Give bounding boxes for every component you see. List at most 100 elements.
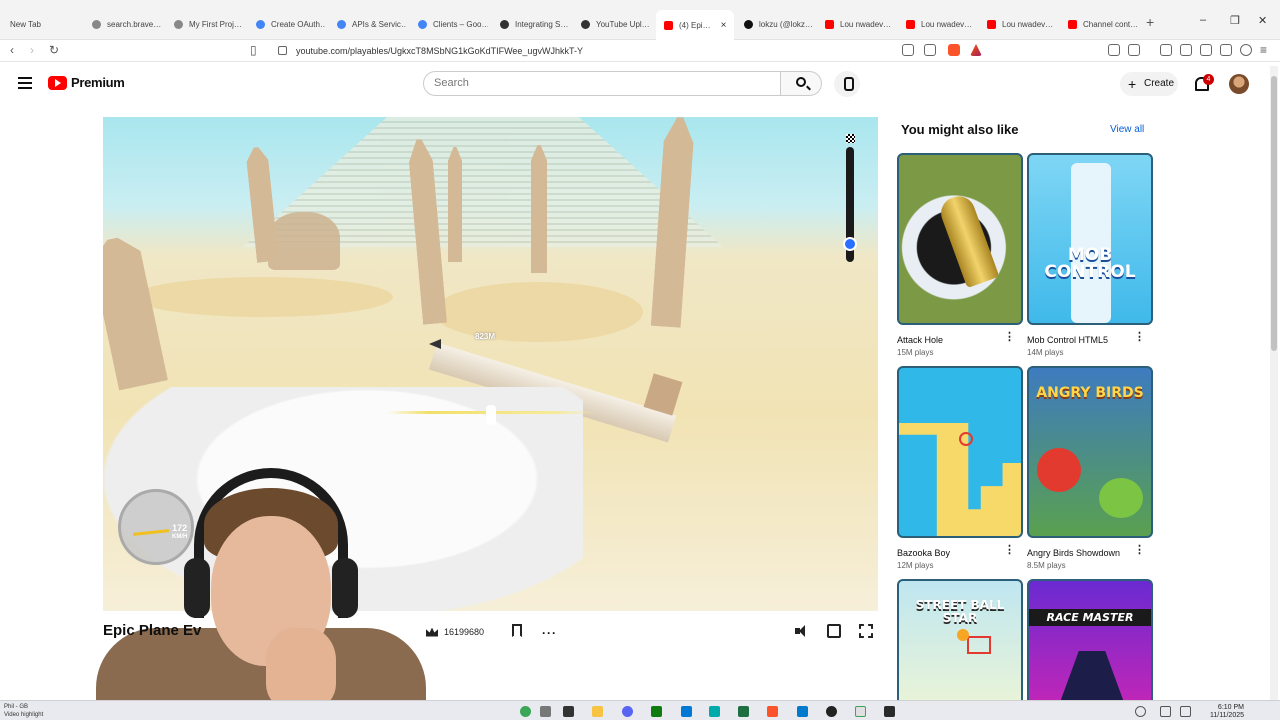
- account-avatar[interactable]: [1229, 74, 1249, 94]
- file-explorer-icon[interactable]: [592, 706, 603, 717]
- card-menu-icon[interactable]: ⋮: [1134, 545, 1145, 556]
- tab-label: New Tab: [10, 19, 41, 29]
- tab-create-oauth[interactable]: Create OAuth…: [256, 14, 326, 34]
- volume-tray-icon[interactable]: [1180, 706, 1191, 717]
- tab-search-brave[interactable]: search.brave…: [92, 14, 162, 34]
- tab-tiktok[interactable]: lokzu (@lokz…: [744, 14, 814, 34]
- game-thumbnail[interactable]: STREET BALL STAR: [897, 579, 1023, 703]
- create-button[interactable]: + Create: [1120, 72, 1178, 96]
- hamburger-menu-icon[interactable]: [18, 77, 32, 89]
- install-app-icon[interactable]: [902, 44, 914, 56]
- tab-lou-1[interactable]: Lou nwadev…: [825, 14, 895, 34]
- youtube-premium-logo[interactable]: Premium: [48, 75, 125, 90]
- brave-icon[interactable]: [767, 706, 778, 717]
- leo-icon[interactable]: [1220, 44, 1232, 56]
- tiktok-icon: [744, 19, 753, 29]
- page-scrollbar-thumb[interactable]: [1271, 76, 1277, 351]
- game-thumbnail[interactable]: ANGRY BIRDS: [1027, 366, 1153, 538]
- game-card-attack-hole[interactable]: Attack Hole 15M plays ⋮: [897, 153, 1023, 357]
- vscode-icon[interactable]: [797, 706, 808, 717]
- youtube-icon: [987, 19, 996, 29]
- wifi-icon[interactable]: [1160, 706, 1171, 717]
- app-icon[interactable]: [855, 706, 866, 717]
- webcam-overlay: [86, 458, 426, 720]
- game-card-mob-control[interactable]: MOB CONTROL Mob Control HTML5 14M plays …: [1027, 153, 1153, 357]
- tab-youtube-upload[interactable]: YouTube Upl…: [581, 14, 651, 34]
- brave-shields-icon[interactable]: [948, 44, 960, 56]
- tab-label: lokzu (@lokz…: [759, 19, 813, 29]
- fullscreen-icon[interactable]: [859, 624, 873, 638]
- minimize-button[interactable]: –: [1200, 14, 1206, 26]
- epic-games-icon[interactable]: [884, 706, 895, 717]
- app-icon[interactable]: [540, 706, 551, 717]
- game-card-bazooka-boy[interactable]: Bazooka Boy 12M plays ⋮: [897, 366, 1023, 570]
- forward-arrow-icon[interactable]: ›: [30, 43, 34, 57]
- tab-my-first-project[interactable]: My First Proj…: [174, 14, 244, 34]
- tab-apis-services[interactable]: APIs & Servic…: [337, 14, 407, 34]
- game-card-race-master[interactable]: RACE MASTER: [1027, 579, 1153, 703]
- sidebar-toggle-icon[interactable]: [1180, 44, 1192, 56]
- game-thumbnail[interactable]: MOB CONTROL: [1027, 153, 1153, 325]
- app-icon[interactable]: [826, 706, 837, 717]
- share-icon[interactable]: [924, 44, 936, 56]
- youtube-play-icon: [48, 75, 67, 90]
- close-tab-icon[interactable]: ×: [721, 20, 727, 31]
- search-input[interactable]: Search: [423, 71, 781, 96]
- tab-integrating[interactable]: Integrating S…: [500, 14, 570, 34]
- view-all-link[interactable]: View all: [1110, 124, 1144, 135]
- system-tray-icon[interactable]: [1135, 706, 1146, 717]
- game-card-angry-birds[interactable]: ANGRY BIRDS Angry Birds Showdown 8.5M pl…: [1027, 366, 1153, 570]
- card-menu-icon[interactable]: ⋮: [1004, 332, 1015, 343]
- tab-new-tab[interactable]: New Tab: [10, 14, 80, 34]
- headphone-ear-right: [332, 558, 358, 618]
- voice-search-icon[interactable]: [834, 71, 860, 97]
- app-icon[interactable]: [520, 706, 531, 717]
- settings-icon: [174, 19, 183, 29]
- site-info-icon[interactable]: [278, 46, 287, 55]
- tab-label: Integrating S…: [515, 19, 569, 29]
- tab-search-icon[interactable]: [1128, 44, 1140, 56]
- crown-icon: [426, 627, 438, 637]
- url-field[interactable]: youtube.com/playables/UgkxcT8MSbNG1kGoKd…: [272, 42, 992, 60]
- game-card-street-ball-star[interactable]: STREET BALL STAR: [897, 579, 1023, 703]
- tab-lou-2[interactable]: Lou nwadev…: [906, 14, 976, 34]
- store-icon[interactable]: [681, 706, 692, 717]
- restore-button[interactable]: ❐: [1230, 14, 1240, 27]
- shield-icon: [418, 19, 427, 29]
- excel-icon[interactable]: [738, 706, 749, 717]
- bookmark-page-icon[interactable]: ▯: [250, 43, 257, 57]
- wallet-icon[interactable]: [1200, 44, 1212, 56]
- tab-channel-content[interactable]: Channel cont…: [1068, 14, 1138, 34]
- more-options-icon[interactable]: ···: [542, 626, 557, 640]
- track-graphic: [1071, 163, 1111, 323]
- vpn-icon[interactable]: [1240, 44, 1252, 56]
- game-thumbnail[interactable]: [897, 153, 1023, 325]
- edge-icon[interactable]: [709, 706, 720, 717]
- theater-mode-icon[interactable]: [827, 624, 841, 638]
- tab-clients-google[interactable]: Clients – Goo…: [418, 14, 488, 34]
- discord-icon[interactable]: [622, 706, 633, 717]
- xbox-icon[interactable]: [651, 706, 662, 717]
- game-thumbnail[interactable]: [897, 366, 1023, 538]
- distance-label: 823M: [475, 332, 496, 341]
- card-menu-icon[interactable]: ⋮: [1134, 332, 1145, 343]
- new-tab-button[interactable]: +: [1146, 14, 1154, 30]
- card-menu-icon[interactable]: ⋮: [1004, 545, 1015, 556]
- terminal-icon[interactable]: [563, 706, 574, 717]
- sand-patch: [133, 277, 393, 317]
- window-close-button[interactable]: ✕: [1258, 14, 1267, 27]
- browser-menu-icon[interactable]: ≡: [1260, 43, 1267, 57]
- game-thumbnail[interactable]: RACE MASTER: [1027, 579, 1153, 703]
- reload-icon[interactable]: ↻: [49, 43, 59, 57]
- taskbar-widget[interactable]: Phil - GB Video highlight: [4, 703, 43, 719]
- volume-icon[interactable]: [795, 624, 809, 638]
- tab-lou-3[interactable]: Lou nwadev…: [987, 14, 1057, 34]
- save-bookmark-icon[interactable]: [512, 624, 522, 637]
- clock[interactable]: 6:10 PM 11/11/2025: [1210, 704, 1244, 720]
- tab-epic-plane-active[interactable]: (4) Epi… ×: [656, 10, 734, 40]
- back-arrow-icon[interactable]: ‹: [10, 43, 14, 57]
- target-icon: [959, 432, 973, 446]
- media-icon[interactable]: [1160, 44, 1172, 56]
- extensions-icon[interactable]: [1108, 44, 1120, 56]
- search-button[interactable]: [780, 71, 822, 96]
